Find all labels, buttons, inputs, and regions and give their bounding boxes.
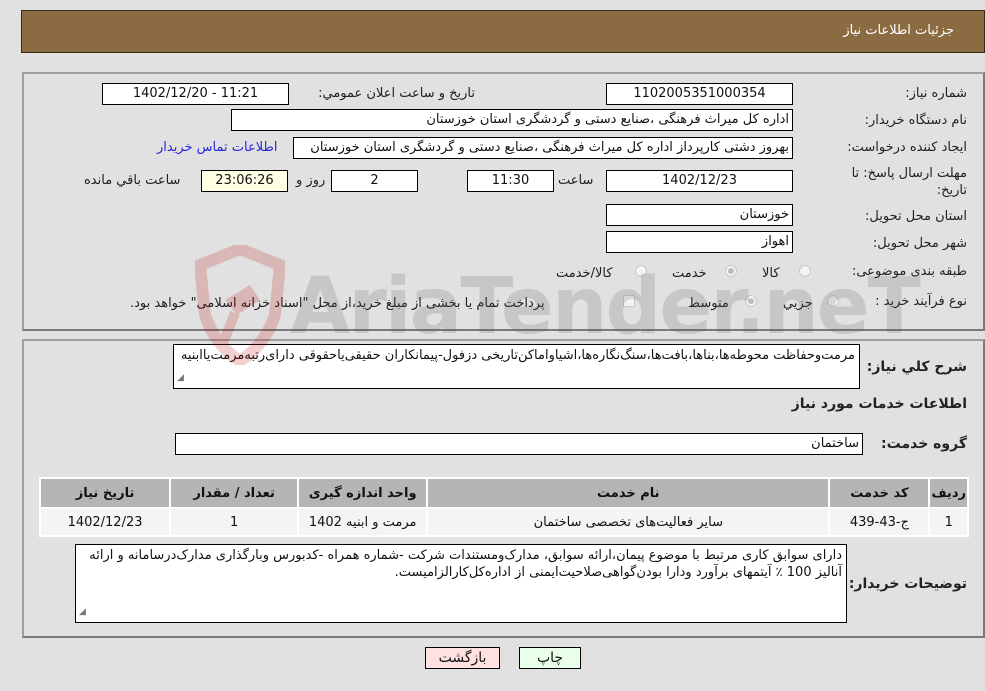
time-remaining-field: 23:06:26	[201, 170, 288, 192]
services-title: اطلاعات خدمات مورد نياز	[791, 396, 967, 412]
buyer-org-field[interactable]: اداره کل میراث فرهنگی ،صنایع دستی و گردش…	[231, 109, 793, 131]
description-textarea[interactable]: مرمت‌وحفاظت محوطه‌ها،بناها،بافت‌ها،سنگ‌ن…	[173, 344, 860, 389]
resize-grip-icon[interactable]: ◢	[79, 604, 86, 621]
cell-service-name: سایر فعالیت‌های تخصصی ساختمان	[428, 509, 829, 535]
need-number-label: شماره نیاز:	[905, 86, 967, 101]
deadline-time-field[interactable]: 11:30	[467, 170, 554, 192]
city-field[interactable]: اهواز	[606, 231, 793, 253]
col-service-code: کد خدمت	[830, 479, 929, 507]
service-group-field[interactable]: ساختمان	[175, 433, 863, 455]
category-radio-goods-service[interactable]	[635, 265, 647, 277]
need-number-field[interactable]: 1102005351000354	[606, 83, 793, 105]
col-need-date: تاریخ نیاز	[41, 479, 170, 507]
deadline-date-field[interactable]: 1402/12/23	[606, 170, 793, 192]
deadline-time-label: ساعت	[558, 173, 594, 188]
category-radio-service[interactable]	[725, 265, 737, 277]
buyer-contact-link[interactable]: اطلاعات تماس خریدار	[157, 140, 277, 155]
description-label: شرح کلي نياز:	[866, 359, 967, 375]
page-header: جزئیات اطلاعات نیاز	[21, 10, 985, 53]
buyer-notes-text: دارای سوابق کاری مرتبط با موضوع پیمان،ار…	[89, 548, 842, 580]
col-service-name: نام خدمت	[428, 479, 829, 507]
back-button[interactable]: بازگشت	[425, 647, 500, 669]
services-table-wrap: ردیف کد خدمت نام خدمت واحد اندازه گیری ت…	[39, 477, 969, 537]
cell-quantity: 1	[171, 509, 298, 535]
category-radio-goods[interactable]	[799, 265, 811, 277]
treasury-note: پرداخت تمام یا بخشی از مبلغ خرید،از محل …	[130, 296, 545, 311]
treasury-checkbox[interactable]	[623, 295, 635, 307]
print-button[interactable]: چاپ	[519, 647, 581, 669]
buyer-notes-label: توضیحات خریدار:	[848, 576, 967, 592]
resize-grip-icon[interactable]: ◢	[177, 370, 184, 387]
description-text: مرمت‌وحفاظت محوطه‌ها،بناها،بافت‌ها،سنگ‌ن…	[180, 348, 855, 363]
cell-service-code: ج-43-439	[830, 509, 929, 535]
category-label: طبقه بندی موضوعی:	[851, 264, 967, 279]
process-radio-minor[interactable]	[827, 295, 839, 307]
cell-unit: مرمت و ابنیه 1402	[299, 509, 427, 535]
province-label: استان محل تحویل:	[865, 209, 967, 224]
table-header-row: ردیف کد خدمت نام خدمت واحد اندازه گیری ت…	[41, 479, 967, 507]
category-option-service: خدمت	[672, 266, 707, 281]
buyer-notes-textarea[interactable]: دارای سوابق کاری مرتبط با موضوع پیمان،ار…	[75, 544, 847, 623]
days-remaining-field[interactable]: 2	[331, 170, 418, 192]
deadline-label: مهلت ارسال پاسخ: تا تاریخ:	[851, 166, 967, 198]
days-label: روز و	[296, 173, 326, 188]
category-option-goods-service: کالا/خدمت	[556, 266, 613, 281]
cell-row: 1	[930, 509, 967, 535]
announce-datetime-label: تاریخ و ساعت اعلان عمومي:	[318, 86, 475, 101]
buyer-org-label: نام دستگاه خریدار:	[864, 113, 967, 128]
province-field[interactable]: خوزستان	[606, 204, 793, 226]
cell-need-date: 1402/12/23	[41, 509, 170, 535]
process-option-medium: متوسط	[688, 296, 729, 311]
service-group-label: گروه خدمت:	[881, 436, 967, 452]
table-row: 1 ج-43-439 سایر فعالیت‌های تخصصی ساختمان…	[41, 509, 967, 535]
col-quantity: تعداد / مقدار	[171, 479, 298, 507]
requester-field[interactable]: بهروز دشتی کارپرداز اداره کل میراث فرهنگ…	[293, 137, 793, 159]
process-label: نوع فرآیند خرید :	[875, 294, 967, 309]
services-table: ردیف کد خدمت نام خدمت واحد اندازه گیری ت…	[39, 477, 969, 537]
col-unit: واحد اندازه گیری	[299, 479, 427, 507]
process-option-minor: جزيي	[783, 296, 813, 311]
time-remaining-label: ساعت باقي مانده	[84, 173, 181, 188]
requester-label: ایجاد کننده درخواست:	[847, 140, 967, 155]
category-option-goods: کالا	[762, 266, 780, 281]
col-row: ردیف	[930, 479, 967, 507]
announce-datetime-field[interactable]: 1402/12/20 - 11:21	[102, 83, 289, 105]
page-title: جزئیات اطلاعات نیاز	[843, 23, 954, 38]
process-radio-medium[interactable]	[745, 295, 757, 307]
city-label: شهر محل تحویل:	[872, 236, 967, 251]
